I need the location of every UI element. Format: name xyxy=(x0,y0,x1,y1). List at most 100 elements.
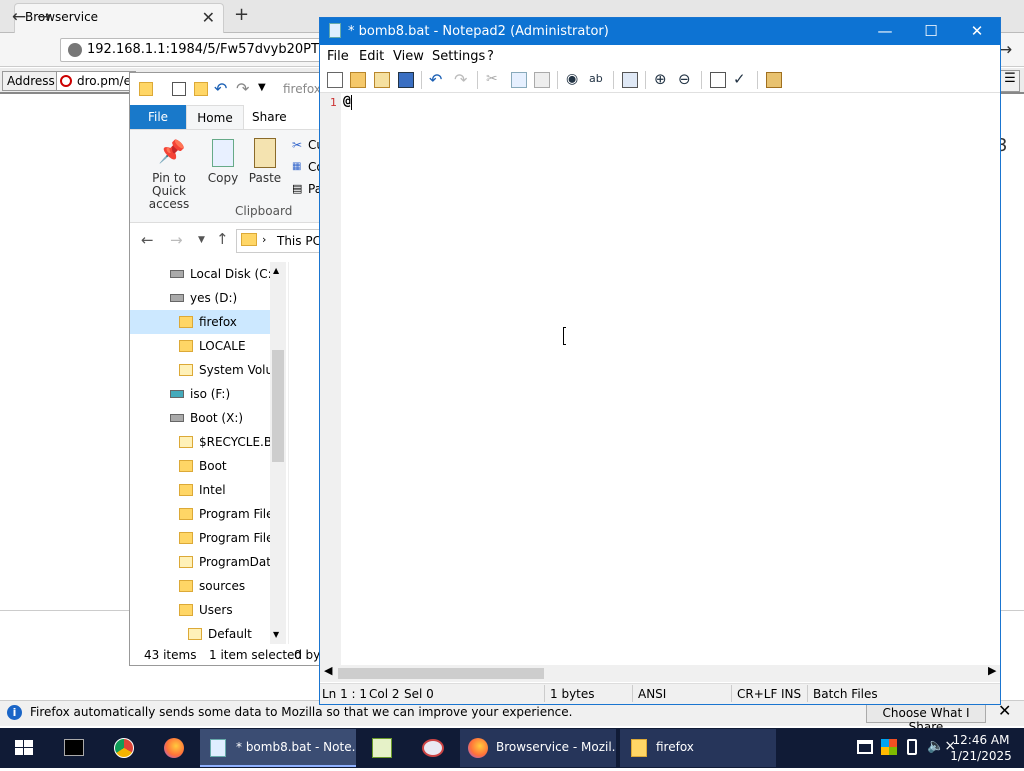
paste-shortcut-icon[interactable]: ▤ xyxy=(292,182,302,195)
tree-item[interactable]: LOCALE xyxy=(130,334,270,358)
tree-item[interactable]: ProgramData xyxy=(130,550,270,574)
menu-help[interactable]: ? xyxy=(487,49,494,64)
tree-item[interactable]: firefox xyxy=(130,310,270,334)
redo-icon[interactable]: ↷ xyxy=(236,79,249,98)
redo-icon[interactable]: ↷ xyxy=(454,70,467,89)
find-icon[interactable]: ◉ xyxy=(566,71,578,87)
taskbar-app-browservice[interactable]: Browservice - Mozil... xyxy=(460,729,616,767)
file-list-pane[interactable] xyxy=(288,262,320,644)
properties-icon[interactable] xyxy=(172,82,186,96)
tab-close-icon[interactable]: ✕ xyxy=(202,8,215,27)
scroll-right-icon[interactable]: ▶ xyxy=(988,664,996,677)
address-label: Address xyxy=(2,71,60,91)
tree-item[interactable]: Default xyxy=(130,622,270,644)
choose-what-i-share-button[interactable]: Choose What I Share xyxy=(866,703,986,734)
menu-view[interactable]: View xyxy=(393,49,424,64)
tree-item[interactable]: $RECYCLE.BIN xyxy=(130,430,270,454)
paint-taskbar-button[interactable] xyxy=(410,728,456,768)
ibeam-cursor-icon xyxy=(563,327,566,345)
tree-item[interactable]: Program Files xyxy=(130,502,270,526)
tree-item-label: Local Disk (C:) xyxy=(190,267,270,281)
scroll-up-icon[interactable]: ▲ xyxy=(273,266,279,275)
tree-item[interactable]: yes (D:) xyxy=(130,286,270,310)
tree-item[interactable]: Boot (X:) xyxy=(130,406,270,430)
firefox-taskbar-button[interactable] xyxy=(151,728,197,768)
maximize-button[interactable]: ☐ xyxy=(908,18,954,45)
taskbar-app-explorer[interactable]: firefox xyxy=(620,729,776,767)
usb-drive-icon xyxy=(170,294,184,302)
tab-file[interactable]: File xyxy=(130,105,186,129)
site-info-icon[interactable] xyxy=(68,43,82,57)
undo-icon[interactable]: ↶ xyxy=(214,79,227,98)
recent-dropdown-icon[interactable]: ▼ xyxy=(198,235,205,245)
tree-item[interactable]: Local Disk (C:) xyxy=(130,262,270,286)
tab-share[interactable]: Share xyxy=(252,110,287,124)
close-button[interactable]: ✕ xyxy=(954,18,1000,45)
back-arrow-icon[interactable]: ← xyxy=(8,6,30,28)
explorer-path: firefox xyxy=(283,82,321,96)
minimize-button[interactable]: — xyxy=(862,18,908,45)
exit-icon[interactable] xyxy=(766,72,782,88)
copy-path-icon[interactable]: ▦ xyxy=(292,161,301,172)
menu-settings[interactable]: Settings xyxy=(432,49,485,64)
paste-icon[interactable] xyxy=(254,138,276,168)
copy-button[interactable]: Copy xyxy=(206,172,240,185)
browse-icon[interactable] xyxy=(374,72,390,88)
word-wrap-icon[interactable] xyxy=(622,72,638,88)
open-file-icon[interactable] xyxy=(350,72,366,88)
new-folder-icon[interactable] xyxy=(194,82,208,96)
scheme-icon[interactable] xyxy=(710,72,726,88)
qat-dropdown-icon[interactable]: ▼ xyxy=(258,82,266,93)
status-size: 1 bytes xyxy=(550,687,595,701)
copy-icon[interactable] xyxy=(511,72,527,88)
cut-icon[interactable]: ✂ xyxy=(486,71,498,87)
up-arrow-icon[interactable]: ↑ xyxy=(216,230,229,248)
customize-icon[interactable]: ✓ xyxy=(733,70,746,88)
cmd-taskbar-button[interactable] xyxy=(51,728,97,768)
menu-file[interactable]: File xyxy=(327,49,349,64)
copy-icon[interactable] xyxy=(212,139,234,167)
undo-icon[interactable]: ↶ xyxy=(429,70,442,89)
taskbar-clock[interactable]: 12:46 AM 1/21/2025 xyxy=(940,732,1022,764)
editor-area[interactable] xyxy=(341,93,1000,665)
tree-item[interactable]: System Volume xyxy=(130,358,270,382)
tree-item[interactable]: Intel xyxy=(130,478,270,502)
back-arrow-icon[interactable]: ← xyxy=(141,231,154,249)
paste-button[interactable]: Paste xyxy=(248,172,282,185)
menu-icon[interactable]: ☰ xyxy=(1000,70,1020,92)
chevron-right-icon[interactable]: › xyxy=(262,233,266,246)
scroll-down-icon[interactable]: ▼ xyxy=(273,630,279,639)
tab-home[interactable]: Home xyxy=(186,105,244,130)
tree-item[interactable]: Program Files xyxy=(130,526,270,550)
new-tab-button[interactable]: + xyxy=(234,4,249,25)
tree-item[interactable]: sources xyxy=(130,574,270,598)
network-icon[interactable] xyxy=(857,740,873,754)
tree-item[interactable]: Boot xyxy=(130,454,270,478)
notepad2-taskbar-button[interactable] xyxy=(360,728,406,768)
tree-item[interactable]: Users xyxy=(130,598,270,622)
battery-icon[interactable] xyxy=(907,739,917,755)
navigation-tree: Local Disk (C:) yes (D:) firefox LOCALE Syst… xyxy=(130,262,270,644)
tree-scroll-thumb[interactable] xyxy=(272,350,284,462)
start-button[interactable] xyxy=(0,728,48,768)
zoom-in-icon[interactable]: ⊕ xyxy=(654,70,667,88)
scroll-left-icon[interactable]: ◀ xyxy=(324,664,332,677)
notepad-app-icon[interactable] xyxy=(329,23,341,38)
forward-arrow-icon[interactable]: → xyxy=(33,6,55,28)
chrome-taskbar-button[interactable] xyxy=(101,728,147,768)
new-file-icon[interactable] xyxy=(327,72,343,88)
scissors-icon[interactable]: ✂ xyxy=(292,138,302,152)
color-app-icon[interactable] xyxy=(881,739,897,755)
forward-arrow-icon[interactable]: → xyxy=(170,231,183,249)
menu-edit[interactable]: Edit xyxy=(359,49,384,64)
taskbar-app-notepad[interactable]: * bomb8.bat - Note... xyxy=(200,729,356,767)
save-icon[interactable] xyxy=(398,72,414,88)
paste-icon[interactable] xyxy=(534,72,550,88)
pin-quick-access-button[interactable]: Pin to Quick access xyxy=(136,172,202,211)
pin-icon[interactable]: 📌 xyxy=(158,140,185,165)
horizontal-scroll-thumb[interactable] xyxy=(338,668,544,679)
replace-icon[interactable]: ab xyxy=(589,72,603,85)
url-bar[interactable]: 192.168.1.1:1984/5/Fw57dvyb20PTB5 xyxy=(60,38,330,62)
tree-item[interactable]: iso (F:) xyxy=(130,382,270,406)
zoom-out-icon[interactable]: ⊖ xyxy=(678,70,691,88)
